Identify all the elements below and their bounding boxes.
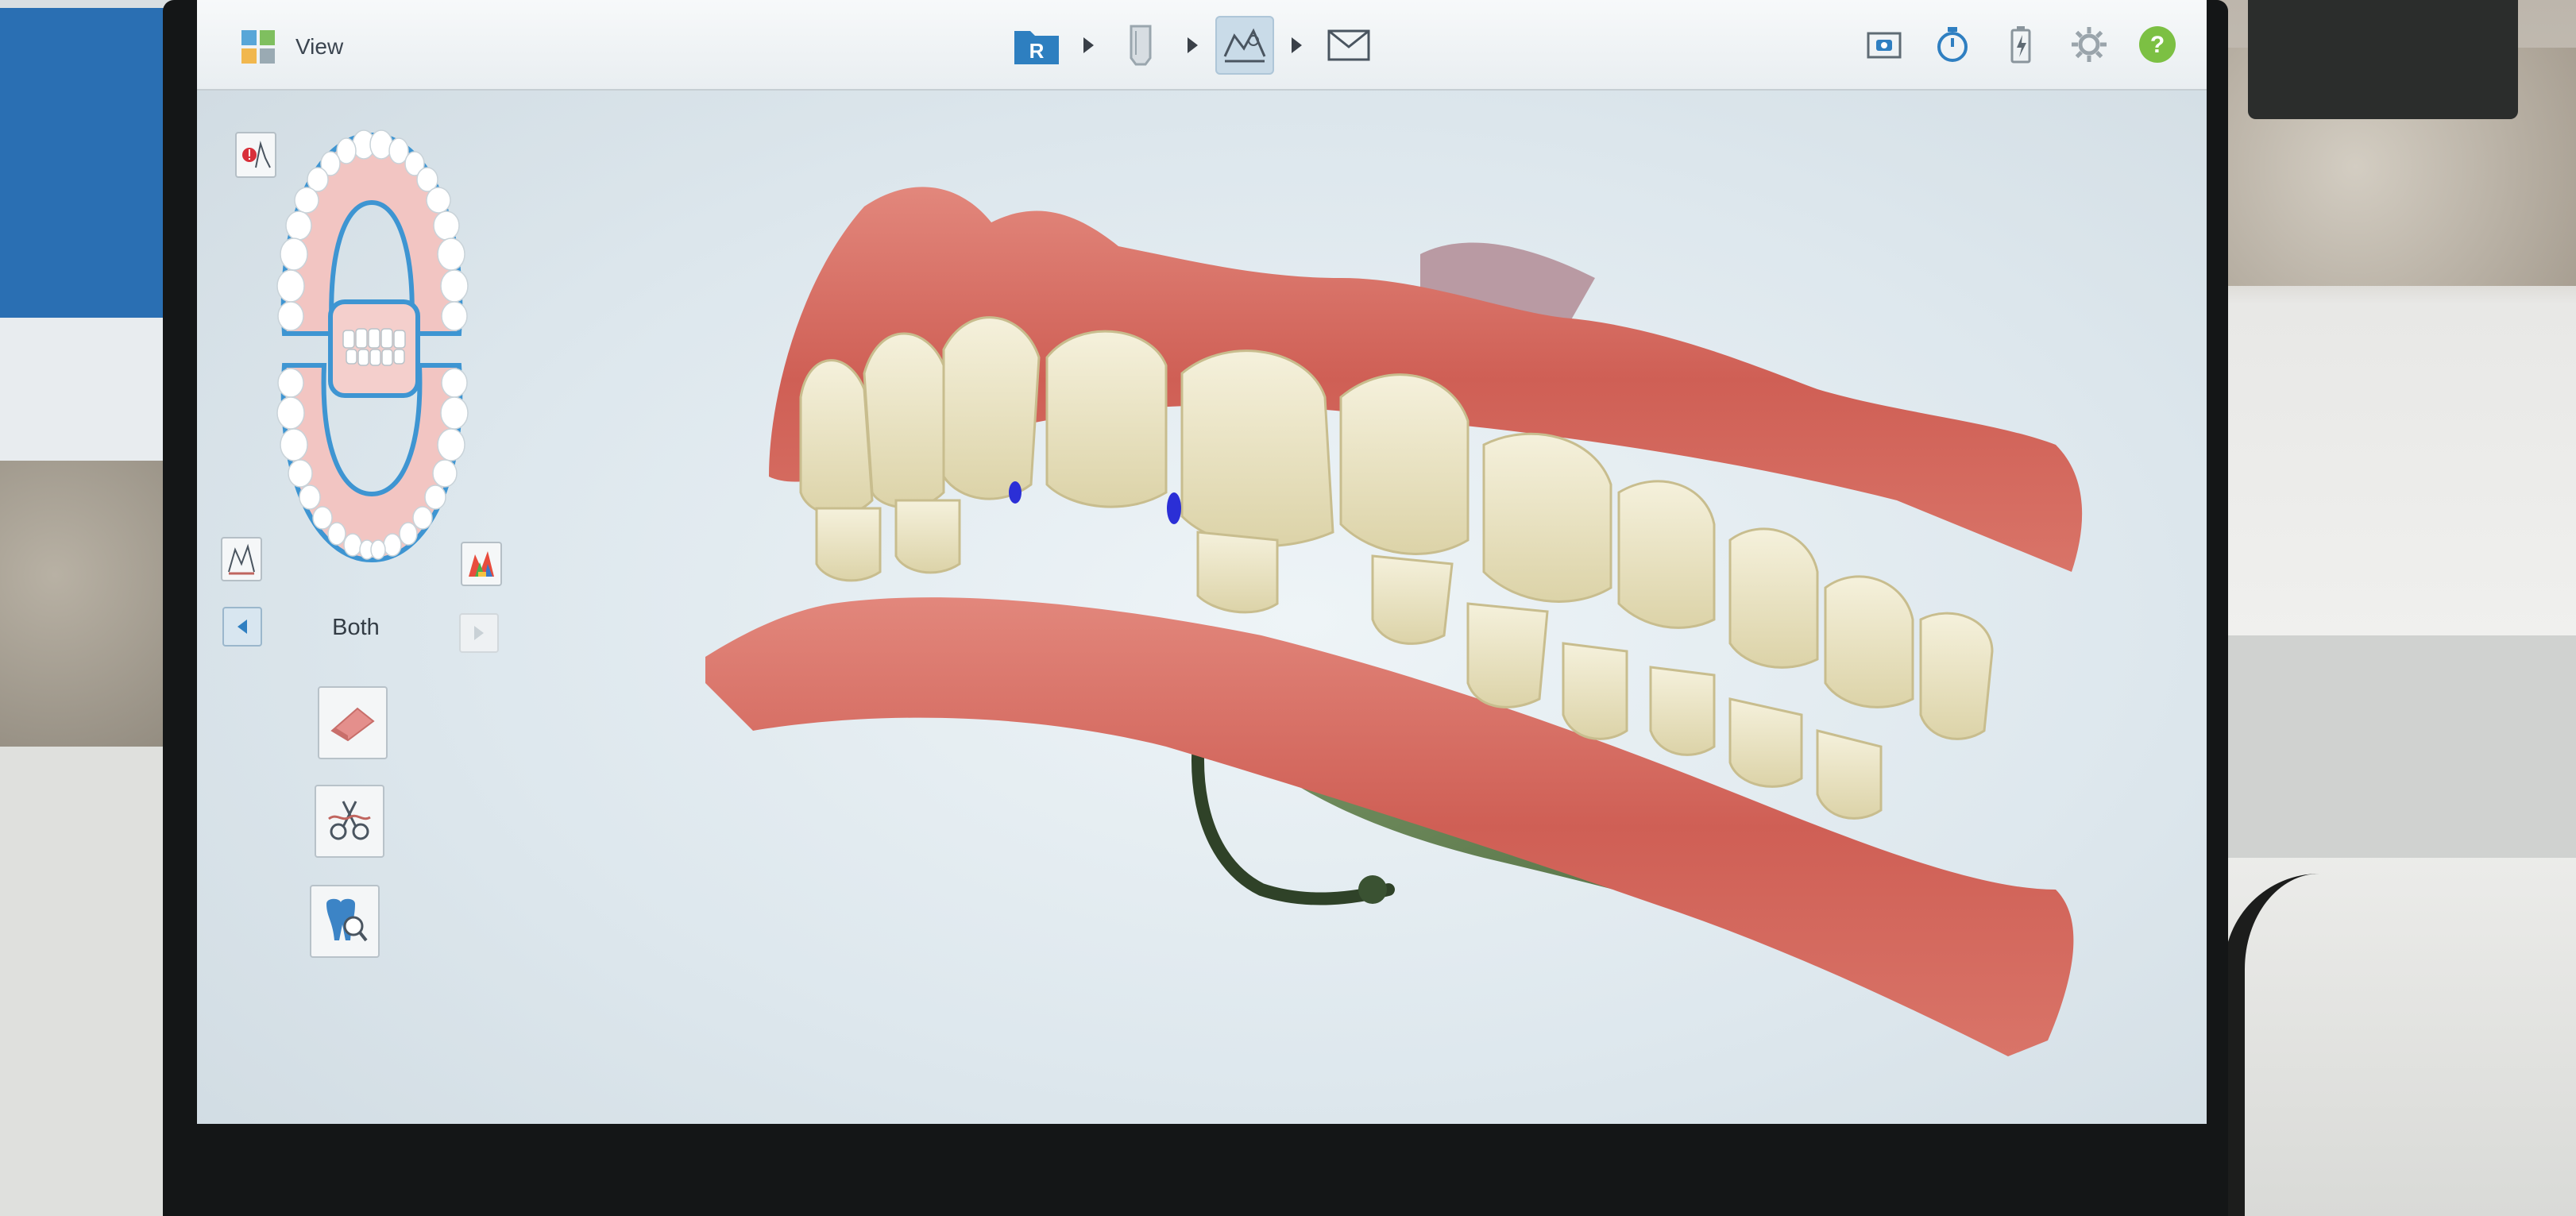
timer-button[interactable]	[1932, 24, 1973, 65]
snapshot-button[interactable]	[1863, 24, 1905, 65]
svg-text:R: R	[1029, 39, 1045, 63]
rx-folder-icon: R	[1014, 31, 1059, 64]
next-arch-button[interactable]	[459, 613, 499, 653]
camera-icon	[1867, 32, 1902, 59]
app-screen: View R ? Both	[197, 0, 2207, 1124]
eraser-icon	[330, 707, 375, 742]
trim-tool-button[interactable]	[315, 785, 384, 858]
scan-tooth-icon	[1130, 25, 1152, 66]
background-blue-box	[0, 8, 191, 318]
battery-icon	[2010, 26, 2031, 64]
send-envelope-icon	[1327, 29, 1370, 61]
workflow-step-view[interactable]	[1215, 16, 1274, 75]
settings-button[interactable]	[2068, 24, 2110, 65]
intraoral-3d-scan[interactable]	[705, 159, 2207, 1080]
battery-status[interactable]	[2000, 24, 2041, 65]
eraser-tool-button[interactable]	[318, 686, 388, 759]
background-white-packaging	[0, 318, 187, 461]
workflow-arrow	[1292, 37, 1302, 53]
gear-icon	[2072, 27, 2107, 62]
scissors-trim-icon	[328, 801, 371, 840]
arch-selector-label: Both	[332, 615, 380, 640]
model-view-toggle[interactable]	[221, 537, 262, 581]
workflow-arrow	[1188, 37, 1198, 53]
review-tool-button[interactable]	[310, 885, 380, 958]
view-menu-button[interactable]: View	[241, 27, 343, 67]
tooth-magnifier-icon	[326, 898, 368, 942]
chevron-left-icon	[238, 620, 247, 634]
workflow-steps: R	[1007, 16, 1378, 75]
stopwatch-icon	[1937, 27, 1968, 62]
right-toolbar: ?	[1863, 24, 2178, 65]
background-cable	[2224, 874, 2348, 1216]
model-outline-icon	[228, 543, 255, 575]
bite-selector[interactable]	[328, 299, 420, 398]
workflow-step-send[interactable]	[1319, 16, 1378, 75]
grid-icon	[241, 30, 275, 64]
top-toolbar: View R ?	[197, 0, 2207, 91]
jaw-arch-diagram[interactable]	[261, 127, 483, 572]
workflow-step-scan[interactable]	[1111, 16, 1170, 75]
svg-text:?: ?	[2150, 32, 2165, 58]
background-device	[2248, 0, 2518, 119]
workflow-arrow	[1083, 37, 1094, 53]
help-icon: ?	[2139, 26, 2176, 63]
background-shelf	[2216, 635, 2576, 858]
view-model-icon	[1223, 28, 1266, 63]
workflow-step-rx[interactable]: R	[1007, 16, 1066, 75]
view-label: View	[295, 34, 344, 59]
help-button[interactable]: ?	[2137, 24, 2178, 65]
chevron-right-icon	[474, 626, 484, 640]
previous-arch-button[interactable]	[222, 607, 262, 647]
background-countertop-left	[0, 461, 183, 747]
color-map-toggle[interactable]	[461, 542, 502, 586]
color-map-icon	[469, 551, 494, 577]
